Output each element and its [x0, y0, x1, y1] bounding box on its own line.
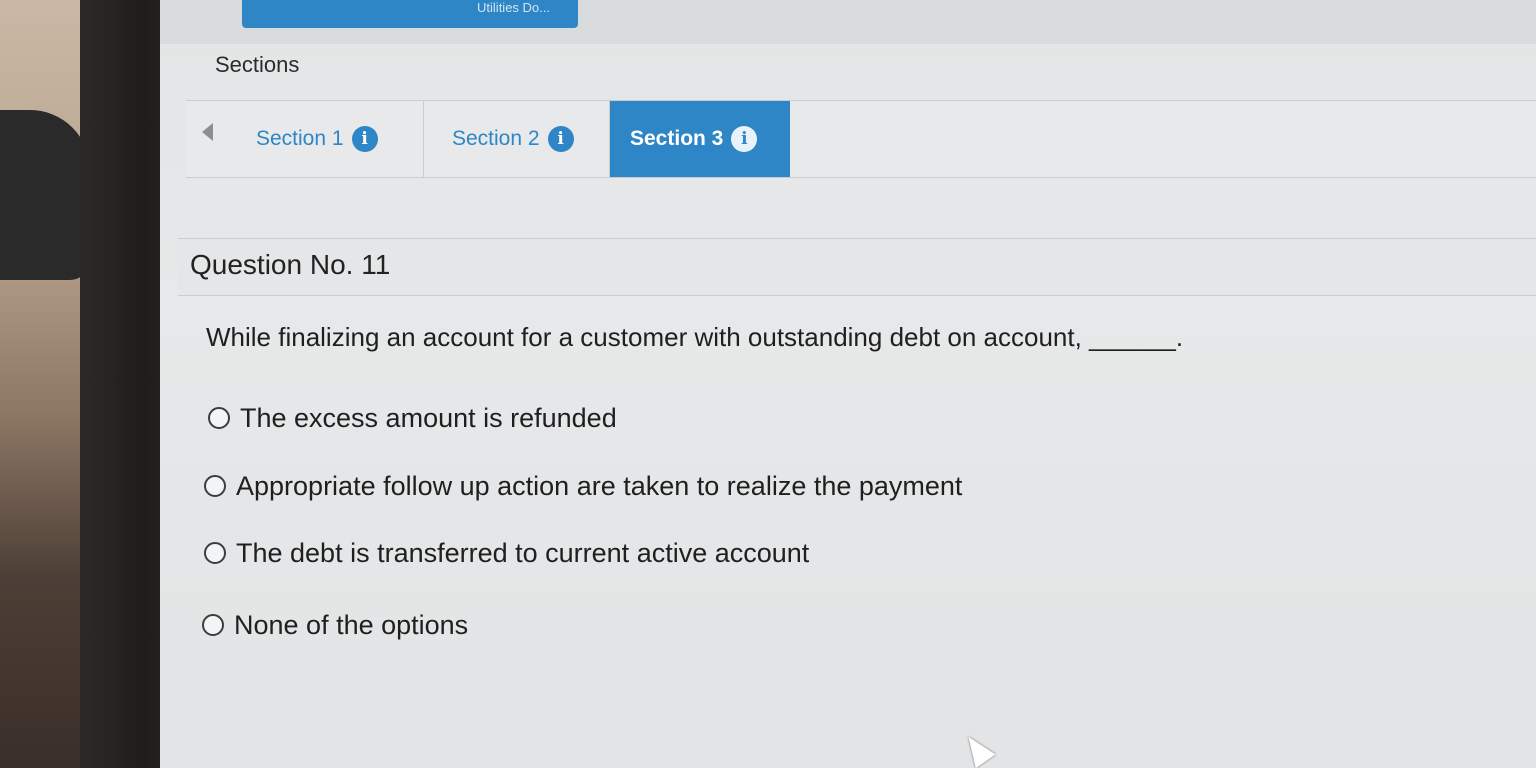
option-4-label: None of the options: [234, 609, 469, 640]
info-icon[interactable]: i: [351, 126, 378, 152]
top-tab-badge[interactable]: Utilities Do...: [242, 0, 578, 28]
radio-button[interactable]: [204, 475, 226, 497]
option-4[interactable]: None of the options: [202, 605, 468, 645]
info-icon[interactable]: i: [731, 126, 758, 152]
tab-section-3-label: Section 3: [630, 127, 724, 150]
tab-section-2-label: Section 2: [452, 127, 540, 150]
option-3[interactable]: The debt is transferred to current activ…: [204, 533, 809, 573]
info-icon[interactable]: i: [547, 126, 574, 152]
tab-section-1-label: Section 1: [256, 127, 344, 150]
tab-section-2[interactable]: Section 2 i: [424, 101, 610, 177]
option-2[interactable]: Appropriate follow up action are taken t…: [204, 466, 962, 506]
top-strip: Utilities Do...: [160, 0, 1536, 44]
tab-section-3[interactable]: Section 3 i: [610, 101, 790, 177]
question-title: Question No. 11: [190, 249, 391, 280]
radio-button[interactable]: [204, 542, 226, 564]
background-person: [0, 110, 90, 280]
option-1-label: The excess amount is refunded: [240, 402, 617, 433]
section-tabs: Section 1 i Section 2 i Section 3 i: [186, 100, 1536, 178]
tabs-scroll-left-icon[interactable]: [202, 123, 213, 141]
question-header: Question No. 11: [178, 238, 1536, 296]
screen: Utilities Do... Sections Section 1 i Sec…: [160, 0, 1536, 768]
tab-section-1[interactable]: Section 1 i: [228, 101, 424, 177]
option-3-label: The debt is transferred to current activ…: [236, 537, 810, 568]
option-2-label: Appropriate follow up action are taken t…: [236, 470, 963, 501]
option-1[interactable]: The excess amount is refunded: [208, 398, 617, 438]
radio-button[interactable]: [202, 614, 224, 636]
radio-button[interactable]: [208, 407, 230, 429]
question-text: While finalizing an account for a custom…: [206, 322, 1184, 352]
sections-label: Sections: [215, 52, 300, 77]
mouse-cursor-icon: [958, 729, 996, 768]
